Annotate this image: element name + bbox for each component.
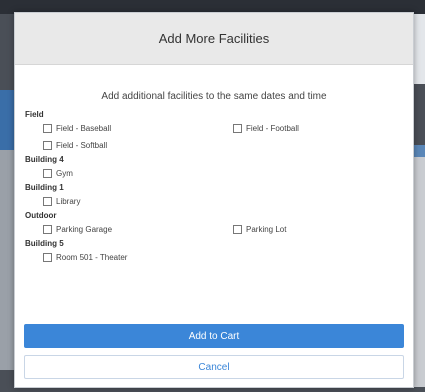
facility-option-parking-lot[interactable]: Parking Lot	[215, 221, 405, 238]
checkbox[interactable]	[43, 169, 52, 178]
checkbox[interactable]	[233, 225, 242, 234]
group-title-building-5: Building 5	[25, 239, 64, 248]
facility-label: Room 501 - Theater	[56, 253, 128, 262]
background-right-panel	[413, 14, 425, 84]
checkbox[interactable]	[43, 197, 52, 206]
background-left-accent	[0, 90, 14, 150]
group-title-outdoor: Outdoor	[25, 211, 57, 220]
group-items-building-4: Gym	[25, 165, 405, 182]
group-title-field: Field	[25, 110, 44, 119]
checkbox[interactable]	[43, 124, 52, 133]
background-right-accent	[413, 145, 425, 157]
checkbox[interactable]	[233, 124, 242, 133]
facility-label: Library	[56, 197, 81, 206]
facility-label: Field - Football	[246, 124, 299, 133]
facility-option-field-softball[interactable]: Field - Softball	[25, 137, 215, 154]
facility-label: Field - Softball	[56, 141, 108, 150]
group-items-building-5: Room 501 - Theater	[25, 249, 405, 266]
facility-option-parking-garage[interactable]: Parking Garage	[25, 221, 215, 238]
modal-header: Add More Facilities	[15, 13, 413, 65]
facility-label: Gym	[56, 169, 73, 178]
add-facilities-modal: Add More Facilities Add additional facil…	[14, 12, 414, 388]
background-left-panel	[0, 150, 14, 370]
group-items-outdoor: Parking Garage Parking Lot	[25, 221, 405, 238]
facility-option-library[interactable]: Library	[25, 193, 215, 210]
group-items-field: Field - Baseball Field - Football Field …	[25, 120, 405, 154]
group-title-building-1: Building 1	[25, 183, 64, 192]
facility-label: Parking Garage	[56, 225, 113, 234]
add-to-cart-button[interactable]: Add to Cart	[24, 324, 404, 348]
facility-label: Field - Baseball	[56, 124, 112, 133]
checkbox[interactable]	[43, 225, 52, 234]
checkbox[interactable]	[43, 253, 52, 262]
background-right-content	[413, 157, 425, 387]
facility-option-room-501-theater[interactable]: Room 501 - Theater	[25, 249, 215, 266]
facilities-list: Field Field - Baseball Field - Football …	[25, 109, 405, 266]
checkbox[interactable]	[43, 141, 52, 150]
facility-option-gym[interactable]: Gym	[25, 165, 215, 182]
facility-option-field-football[interactable]: Field - Football	[215, 120, 405, 137]
facility-label: Parking Lot	[246, 225, 287, 234]
group-items-building-1: Library	[25, 193, 405, 210]
modal-subtitle: Add additional facilities to the same da…	[101, 91, 327, 102]
facility-option-field-baseball[interactable]: Field - Baseball	[25, 120, 215, 137]
group-title-building-4: Building 4	[25, 155, 64, 164]
cancel-button[interactable]: Cancel	[24, 355, 404, 379]
modal-title: Add More Facilities	[158, 31, 270, 46]
